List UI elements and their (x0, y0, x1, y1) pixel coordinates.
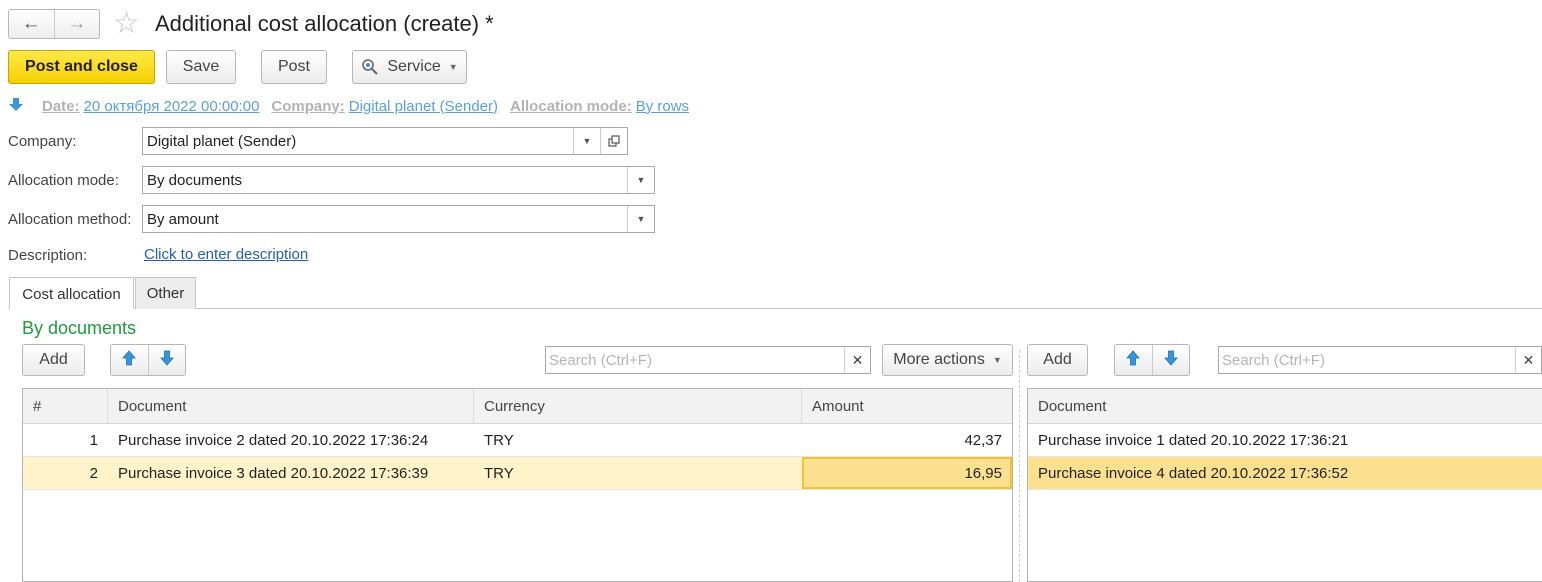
save-button[interactable]: Save (166, 50, 236, 84)
more-actions-label: More actions (893, 351, 985, 368)
search-input[interactable] (546, 351, 844, 369)
page-title: Additional cost allocation (create) * (155, 11, 494, 36)
add-button[interactable]: Add (22, 344, 85, 376)
table-row[interactable]: Purchase invoice 1 dated 20.10.2022 17:3… (1028, 424, 1542, 457)
move-down-button-right[interactable] (1151, 345, 1190, 375)
description-label: Description: (8, 247, 88, 264)
table-header-right: Document (1028, 389, 1542, 424)
row-amount: 42,37 (964, 431, 1002, 449)
allocation-method-label: Allocation method: (8, 211, 132, 228)
move-buttons (110, 344, 186, 376)
section-title: By documents (22, 318, 137, 338)
documents-table[interactable]: # Document Currency Amount 1 Purchase in… (22, 388, 1013, 582)
row-document: Purchase invoice 1 dated 20.10.2022 17:3… (1038, 431, 1349, 449)
allocation-mode-summary-link[interactable]: By rows (636, 98, 689, 115)
chevron-down-icon[interactable]: ▼ (573, 128, 600, 154)
arrow-down-icon (159, 350, 174, 370)
arrow-up-icon (122, 350, 137, 370)
magnifier-icon (361, 58, 379, 76)
row-amount-focused[interactable]: 16,95 (802, 457, 1012, 489)
column-header-amount[interactable]: Amount (802, 389, 1012, 423)
tab-other[interactable]: Other (135, 277, 196, 309)
service-label: Service (387, 58, 441, 75)
distribution-documents-table[interactable]: Document Purchase invoice 1 dated 20.10.… (1027, 388, 1542, 582)
allocation-mode-summary-label: Allocation mode: (510, 97, 632, 115)
table-row[interactable]: 1 Purchase invoice 2 dated 20.10.2022 17… (23, 424, 1012, 457)
row-currency: TRY (484, 431, 514, 449)
column-header-document-right[interactable]: Document (1028, 389, 1542, 423)
close-icon[interactable]: ✕ (844, 347, 870, 373)
column-header-currency[interactable]: Currency (474, 389, 802, 423)
chevron-down-icon[interactable]: ▼ (627, 167, 654, 193)
company-summary-link[interactable]: Digital planet (Sender) (349, 98, 498, 115)
arrow-down-icon[interactable] (8, 97, 26, 115)
row-document: Purchase invoice 3 dated 20.10.2022 17:3… (118, 464, 429, 482)
arrow-left-icon: ← (21, 13, 41, 34)
open-window-icon[interactable] (600, 128, 627, 154)
column-header-number[interactable]: # (23, 389, 108, 423)
allocation-method-value: By amount (147, 210, 219, 228)
service-button[interactable]: Service ▼ (352, 50, 467, 84)
post-button[interactable]: Post (261, 50, 327, 84)
allocation-method-field[interactable]: By amount ▼ (142, 205, 655, 233)
table-row-selected[interactable]: Purchase invoice 4 dated 20.10.2022 17:3… (1028, 457, 1542, 490)
move-up-button-right[interactable] (1115, 345, 1152, 375)
search-input-right[interactable] (1219, 351, 1515, 369)
move-buttons-right (1114, 344, 1190, 376)
move-down-button[interactable] (147, 345, 186, 375)
date-link[interactable]: 20 октября 2022 00:00:00 (84, 98, 260, 115)
search-box: ✕ (545, 346, 871, 374)
star-icon[interactable]: ☆ (113, 8, 140, 40)
arrow-up-icon (1126, 350, 1141, 370)
allocation-mode-value: By documents (147, 171, 243, 189)
date-label: Date: (42, 97, 80, 115)
allocation-mode-label: Allocation mode: (8, 172, 119, 189)
more-actions-button[interactable]: More actions ▼ (882, 344, 1013, 376)
row-currency: TRY (484, 464, 514, 482)
row-number: 1 (89, 431, 98, 449)
move-up-button[interactable] (111, 345, 148, 375)
navigation-buttons: ← → (8, 9, 100, 39)
company-field[interactable]: Digital planet (Sender) ▼ (142, 127, 628, 155)
row-document: Purchase invoice 2 dated 20.10.2022 17:3… (118, 431, 429, 449)
chevron-down-icon: ▼ (448, 62, 458, 72)
panel-splitter[interactable] (1019, 350, 1020, 582)
company-value: Digital planet (Sender) (147, 132, 297, 150)
table-header: # Document Currency Amount (23, 389, 1012, 424)
tab-underline (8, 308, 1542, 309)
column-header-document[interactable]: Document (108, 389, 474, 423)
back-button[interactable]: ← (9, 10, 54, 38)
post-and-close-button[interactable]: Post and close (8, 50, 155, 84)
header-summary: Date: 20 октября 2022 00:00:00 Company: … (8, 96, 701, 116)
row-number: 2 (89, 464, 98, 482)
company-label: Company: (8, 133, 77, 150)
row-document: Purchase invoice 4 dated 20.10.2022 17:3… (1038, 464, 1349, 482)
arrow-down-icon (1163, 350, 1178, 370)
chevron-down-icon: ▼ (992, 355, 1002, 365)
active-tab-gap (9, 308, 134, 310)
arrow-right-icon: → (67, 13, 87, 34)
company-summary-label: Company: (271, 97, 345, 115)
forward-button[interactable]: → (53, 10, 100, 38)
search-box-right: ✕ (1218, 346, 1542, 374)
add-button-right[interactable]: Add (1027, 344, 1088, 376)
close-icon[interactable]: ✕ (1515, 347, 1541, 373)
description-link[interactable]: Click to enter description (144, 246, 308, 263)
tab-cost-allocation[interactable]: Cost allocation (9, 277, 134, 310)
chevron-down-icon[interactable]: ▼ (627, 206, 654, 232)
allocation-mode-field[interactable]: By documents ▼ (142, 166, 655, 194)
table-row-selected[interactable]: 2 Purchase invoice 3 dated 20.10.2022 17… (23, 457, 1012, 490)
